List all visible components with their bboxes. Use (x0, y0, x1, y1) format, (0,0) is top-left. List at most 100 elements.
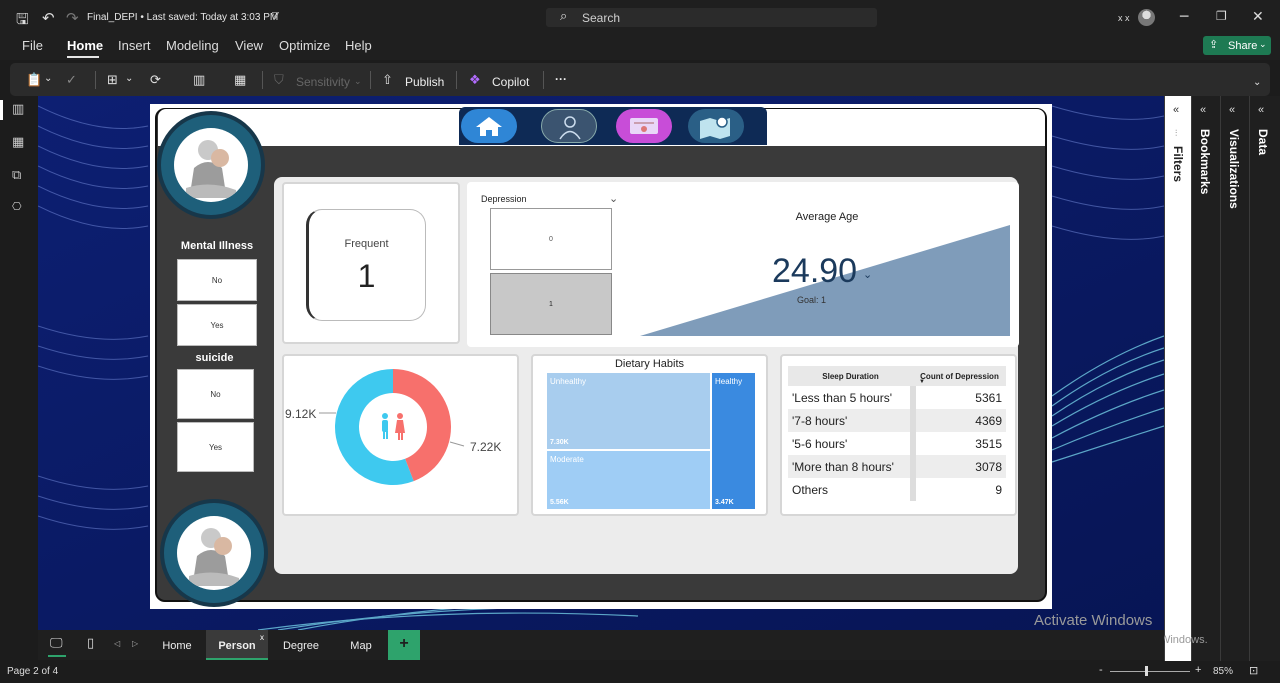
desktop-layout-icon[interactable]: 🖵 (50, 636, 63, 651)
save-icon[interactable]: 🖫 (16, 9, 29, 34)
filters-pane[interactable]: « ⫶ Filters (1164, 96, 1191, 661)
sort-desc-icon: ▼ (919, 379, 925, 385)
ribbon-expand-icon[interactable]: ⌄ (1253, 77, 1261, 88)
depression-dropdown-icon[interactable]: ⌄ (609, 192, 618, 205)
table-header-sleep-duration[interactable]: Sleep Duration (788, 366, 913, 386)
zoom-in-icon[interactable]: + (1195, 664, 1201, 676)
nav-home-button[interactable] (461, 109, 517, 143)
menu-modeling[interactable]: Modeling (166, 38, 219, 53)
treemap-cell-moderate[interactable]: Moderate 5.56K (547, 451, 710, 509)
model-view-icon[interactable]: ⧉ (12, 168, 21, 183)
publish-button[interactable]: Publish (405, 75, 444, 89)
get-data-chevron-icon[interactable]: ⌄ (125, 73, 133, 84)
table-header-count[interactable]: Count of Depression ▼ (913, 366, 1006, 386)
document-title[interactable]: Final_DEPI • Last saved: Today at 3:03 P… (87, 12, 278, 23)
collapse-bookmarks-icon[interactable]: « (1200, 104, 1206, 116)
search-box[interactable]: ⌕ Search (546, 8, 877, 27)
depression-option-1[interactable]: 1 (490, 273, 612, 335)
nav-degree-button[interactable] (616, 109, 672, 143)
share-button[interactable]: ⇪ Share ⌄ (1203, 36, 1271, 55)
activate-windows-title: Activate Windows (1034, 612, 1153, 629)
redo-icon[interactable]: ↷ (66, 9, 79, 27)
ribbon-separator (262, 71, 263, 89)
sleep-duration-table-card[interactable]: Sleep Duration Count of Depression ▼ 'Les… (780, 354, 1017, 516)
menu-file[interactable]: File (22, 38, 43, 53)
menu-insert[interactable]: Insert (118, 38, 151, 53)
treemap-title: Dietary Habits (614, 358, 685, 370)
user-initials[interactable]: x x (1118, 13, 1130, 23)
menu-home[interactable]: Home (67, 38, 103, 53)
menu-view[interactable]: View (235, 38, 263, 53)
page-tabs-bar: 🖵 ▯ ◁ ▷ Home Person x Degree Map + (38, 630, 1164, 660)
restore-icon[interactable]: ❐ (1216, 9, 1227, 23)
collapse-filters-icon[interactable]: « (1173, 104, 1179, 116)
average-age-value: 24.90 (772, 252, 858, 290)
format-painter-icon[interactable]: ✓ (66, 73, 77, 88)
table-cell: '5-6 hours' (788, 432, 916, 455)
calculator-icon[interactable]: ▦ (234, 73, 246, 88)
menu-optimize[interactable]: Optimize (279, 38, 330, 53)
ribbon-toolbar: 📋 ⌄ ✓ ⊞ ⌄ ⟳ ▥ ▦ ⛉ Sensitivity ⌄ ⇧ Publis… (10, 63, 1270, 96)
zoom-slider[interactable] (1110, 671, 1190, 672)
avatar-top-image (157, 111, 265, 219)
collapse-data-icon[interactable]: « (1258, 104, 1264, 116)
minimize-icon[interactable]: ─ (1180, 9, 1188, 25)
bookmarks-pane[interactable]: « Bookmarks (1191, 96, 1220, 661)
suicide-yes-option[interactable]: Yes (177, 422, 254, 472)
ribbon-separator (543, 71, 544, 89)
nav-person-button[interactable] (541, 109, 597, 143)
tab-degree[interactable]: Degree (270, 630, 332, 660)
fit-to-page-icon[interactable]: ⊡ (1249, 664, 1258, 677)
user-avatar[interactable] (1138, 9, 1155, 26)
gender-donut-card[interactable]: 9.12K 7.22K (282, 354, 519, 516)
close-tab-icon[interactable]: x (260, 633, 264, 642)
frequent-card[interactable]: Frequent 1 (282, 182, 460, 344)
publish-icon[interactable]: ⇧ (382, 73, 393, 88)
collapse-visualizations-icon[interactable]: « (1229, 104, 1235, 116)
tab-map[interactable]: Map (330, 630, 392, 660)
treemap-cell-healthy[interactable]: Healthy 3.47K (712, 373, 755, 509)
mental-illness-yes-option[interactable]: Yes (177, 304, 257, 346)
tab-person[interactable]: Person (206, 630, 268, 660)
treemap-cell-unhealthy[interactable]: Unhealthy 7.30K (547, 373, 710, 449)
table-row[interactable]: 'Less than 5 hours' 5361 (788, 386, 1006, 409)
paste-icon[interactable]: 📋 (26, 73, 42, 88)
table-view-icon[interactable]: ▦ (12, 135, 24, 150)
table-row[interactable]: 'More than 8 hours' 3078 (788, 455, 1006, 478)
more-options-button[interactable]: ··· (555, 72, 567, 86)
zoom-out-icon[interactable]: - (1099, 664, 1103, 676)
suicide-no-option[interactable]: No (177, 369, 254, 419)
table-row[interactable]: '5-6 hours' 3515 (788, 432, 1006, 455)
treemap-cell-value: 5.56K (550, 499, 569, 506)
share-chevron-icon: ⌄ (1259, 39, 1267, 49)
title-chevron-icon[interactable]: ▽ (272, 11, 279, 21)
next-page-icon[interactable]: ▷ (132, 639, 138, 648)
new-visual-icon[interactable]: ▥ (193, 73, 205, 88)
table-row[interactable]: Others 9 (788, 478, 1006, 501)
dietary-habits-treemap-card[interactable]: Dietary Habits Unhealthy 7.30K Moderate … (531, 354, 768, 516)
active-menu-indicator (67, 56, 99, 58)
table-row[interactable]: '7-8 hours' 4369 (788, 409, 1006, 432)
dax-query-icon[interactable]: ⎔ (12, 200, 22, 213)
visualizations-pane[interactable]: « Visualizations (1220, 96, 1249, 661)
zoom-slider-thumb[interactable] (1145, 666, 1148, 676)
undo-icon[interactable]: ↶ (42, 9, 55, 27)
prev-page-icon[interactable]: ◁ (114, 639, 120, 648)
copilot-icon[interactable]: ❖ (469, 73, 481, 88)
mobile-layout-icon[interactable]: ▯ (87, 636, 94, 651)
paste-chevron-icon[interactable]: ⌄ (44, 73, 52, 84)
data-pane[interactable]: « Data (1249, 96, 1280, 661)
depression-option-0[interactable]: 0 (490, 208, 612, 270)
search-icon: ⌕ (560, 9, 568, 24)
add-page-button[interactable]: + (388, 630, 420, 660)
copilot-button[interactable]: Copilot (492, 75, 529, 89)
mental-illness-no-option[interactable]: No (177, 259, 257, 301)
nav-map-button[interactable] (688, 109, 744, 143)
report-view-icon[interactable]: ▥ (12, 102, 24, 117)
menu-help[interactable]: Help (345, 38, 372, 53)
data-title: Data (1256, 129, 1270, 156)
refresh-icon[interactable]: ⟳ (150, 73, 161, 88)
close-icon[interactable]: ✕ (1252, 9, 1264, 25)
get-data-icon[interactable]: ⊞ (107, 73, 118, 88)
tab-home[interactable]: Home (146, 630, 208, 660)
